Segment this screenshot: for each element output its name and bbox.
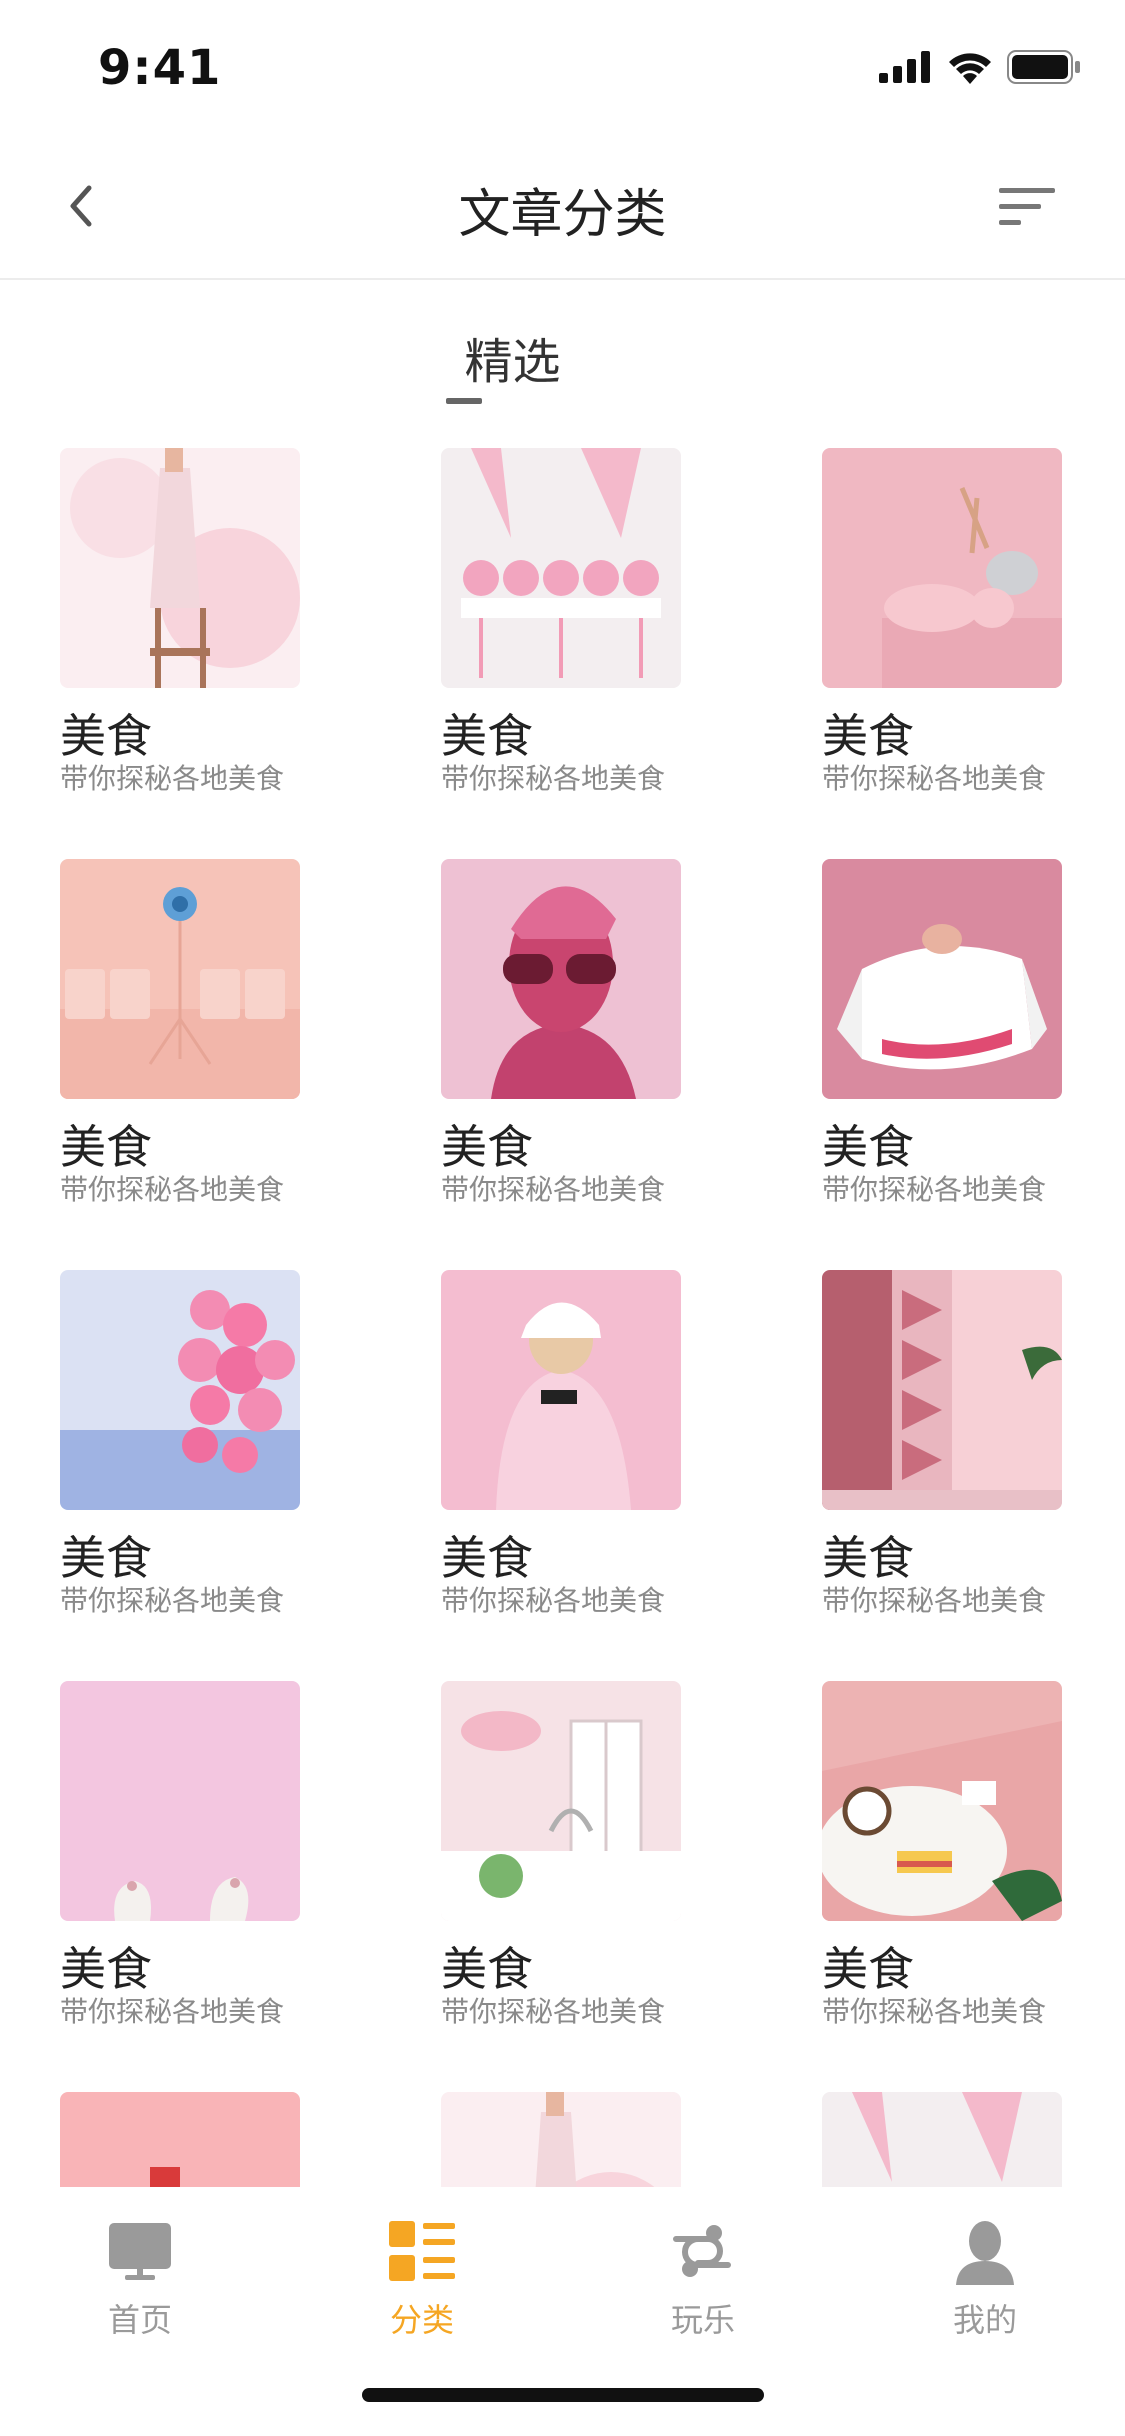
- card-title: 美食: [60, 709, 152, 763]
- tab-label: 我的: [952, 2301, 1017, 2339]
- tab-play[interactable]: 玩乐: [623, 2217, 783, 2341]
- tab-label: 玩乐: [670, 2301, 735, 2339]
- nav-bar: 文章分类: [0, 132, 1125, 280]
- signal-icon: [879, 51, 930, 83]
- tab-label: 分类: [389, 2301, 454, 2339]
- play-route-icon: [668, 2217, 738, 2287]
- card-thumbnail: [60, 1270, 300, 1510]
- card-subtitle: 带你探秘各地美食: [441, 1584, 666, 1617]
- card-thumbnail: [441, 2092, 681, 2187]
- card-title: 美食: [822, 1120, 914, 1174]
- section-label: 精选: [464, 334, 561, 390]
- card-title: 美食: [822, 1942, 914, 1996]
- card-thumbnail: [441, 448, 681, 688]
- category-card[interactable]: [822, 2092, 1062, 2187]
- sort-lines-icon: [999, 188, 1055, 225]
- card-thumbnail: [822, 2092, 1062, 2187]
- status-time: 9:41: [98, 40, 222, 96]
- status-icons: [879, 50, 1081, 84]
- card-subtitle: 带你探秘各地美食: [441, 762, 666, 795]
- tab-category[interactable]: 分类: [342, 2217, 502, 2341]
- card-subtitle: 带你探秘各地美食: [822, 1584, 1047, 1617]
- category-card[interactable]: [441, 2092, 681, 2187]
- card-subtitle: 带你探秘各地美食: [822, 762, 1047, 795]
- card-thumbnail: [441, 1681, 681, 1921]
- category-list-icon: [387, 2217, 457, 2287]
- section-tab-featured[interactable]: 精选: [0, 322, 1125, 392]
- page-title: 文章分类: [458, 185, 667, 245]
- card-thumbnail: [60, 1681, 300, 1921]
- card-subtitle: 带你探秘各地美食: [441, 1995, 666, 2028]
- card-title: 美食: [60, 1120, 152, 1174]
- card-title: 美食: [441, 709, 533, 763]
- article-grid-viewport[interactable]: 美食 带你探秘各地美食 美食 带你探秘各地美食 美食 带你探秘各地美食 美食 带…: [0, 448, 1125, 2187]
- card-title: 美食: [822, 1531, 914, 1585]
- card-thumbnail: [822, 1270, 1062, 1510]
- category-card[interactable]: 美食 带你探秘各地美食: [441, 448, 681, 859]
- card-title: 美食: [441, 1531, 533, 1585]
- battery-icon: [1007, 50, 1080, 84]
- category-card[interactable]: 美食 带你探秘各地美食: [60, 1681, 300, 2092]
- card-thumbnail: [60, 448, 300, 688]
- category-card[interactable]: 美食 带你探秘各地美食: [60, 1270, 300, 1681]
- category-card[interactable]: 美食 带你探秘各地美食: [822, 1681, 1062, 2092]
- card-title: 美食: [822, 709, 914, 763]
- card-title: 美食: [441, 1120, 533, 1174]
- article-grid: 美食 带你探秘各地美食 美食 带你探秘各地美食 美食 带你探秘各地美食 美食 带…: [60, 448, 1065, 2187]
- sort-button[interactable]: [999, 184, 1059, 230]
- wifi-icon: [949, 53, 991, 84]
- card-subtitle: 带你探秘各地美食: [441, 1173, 666, 1206]
- card-subtitle: 带你探秘各地美食: [60, 1584, 285, 1617]
- category-card[interactable]: 美食 带你探秘各地美食: [822, 1270, 1062, 1681]
- card-subtitle: 带你探秘各地美食: [60, 1995, 285, 2028]
- card-thumbnail: [822, 1681, 1062, 1921]
- card-subtitle: 带你探秘各地美食: [60, 762, 285, 795]
- card-title: 美食: [60, 1942, 152, 1996]
- card-subtitle: 带你探秘各地美食: [822, 1173, 1047, 1206]
- tab-label: 首页: [107, 2301, 172, 2339]
- monitor-icon: [105, 2217, 175, 2287]
- category-card[interactable]: 美食 带你探秘各地美食: [441, 859, 681, 1270]
- category-card[interactable]: 美食 带你探秘各地美食: [822, 859, 1062, 1270]
- section-underline: [446, 398, 482, 404]
- category-card[interactable]: 美食 带你探秘各地美食: [822, 448, 1062, 859]
- category-card[interactable]: 美食 带你探秘各地美食: [441, 1270, 681, 1681]
- tab-profile[interactable]: 我的: [905, 2217, 1065, 2341]
- home-indicator[interactable]: [362, 2388, 764, 2402]
- card-subtitle: 带你探秘各地美食: [822, 1995, 1047, 2028]
- card-thumbnail: [822, 859, 1062, 1099]
- card-subtitle: 带你探秘各地美食: [60, 1173, 285, 1206]
- category-card[interactable]: 美食 带你探秘各地美食: [60, 859, 300, 1270]
- card-title: 美食: [60, 1531, 152, 1585]
- card-thumbnail: [441, 1270, 681, 1510]
- card-title: 美食: [441, 1942, 533, 1996]
- card-thumbnail: [441, 859, 681, 1099]
- card-thumbnail: [822, 448, 1062, 688]
- card-thumbnail: [60, 859, 300, 1099]
- tab-home[interactable]: 首页: [60, 2217, 220, 2341]
- category-card[interactable]: 美食 带你探秘各地美食: [441, 1681, 681, 2092]
- category-card[interactable]: [60, 2092, 300, 2187]
- category-card[interactable]: 美食 带你探秘各地美食: [60, 448, 300, 859]
- status-bar: 9:41: [0, 0, 1125, 132]
- card-thumbnail: [60, 2092, 300, 2187]
- user-profile-icon: [950, 2217, 1020, 2287]
